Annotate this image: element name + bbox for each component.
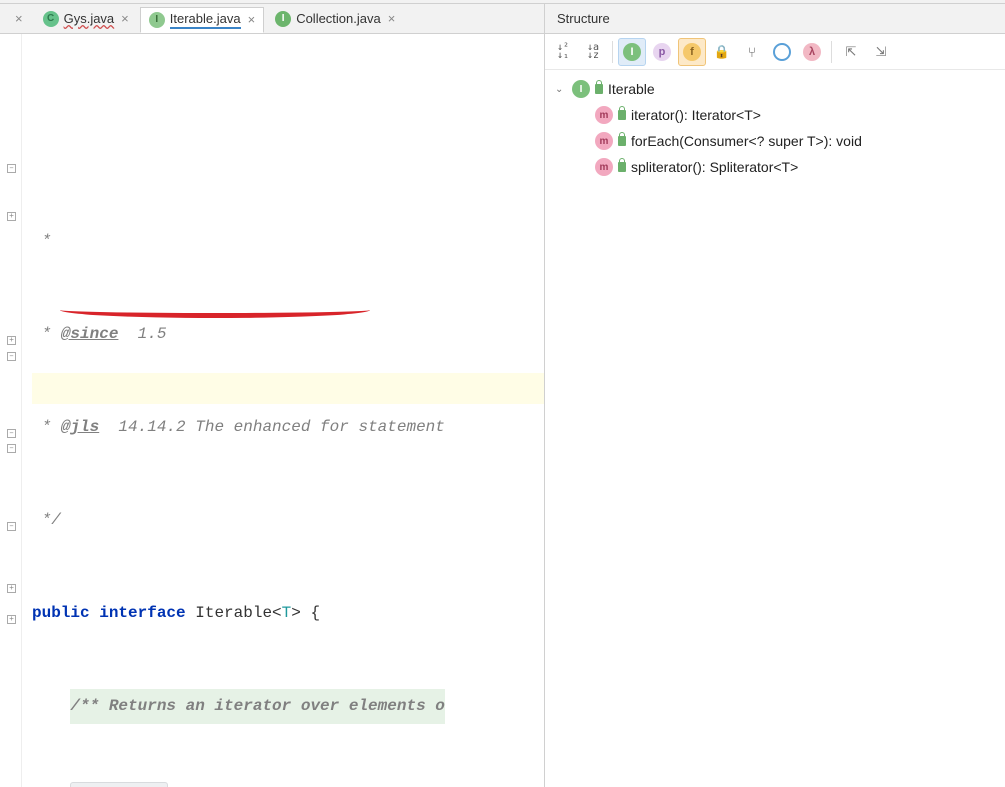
tree-node-foreach[interactable]: forEach(Consumer<? super T>): void xyxy=(551,128,1005,154)
code-content[interactable]: * * @since 1.5 * @jls 14.14.2 The enhanc… xyxy=(22,34,544,787)
method-icon xyxy=(595,132,613,150)
show-fields-button[interactable]: f xyxy=(678,38,706,66)
tab-label: Collection.java xyxy=(296,11,381,26)
annotation-inlay: @NotNull() xyxy=(70,782,168,787)
lock-icon xyxy=(618,110,626,120)
structure-title: Structure xyxy=(545,4,1005,34)
show-interfaces-button[interactable]: I xyxy=(618,38,646,66)
fold-icon[interactable]: + xyxy=(7,615,16,624)
tab-collection[interactable]: Collection.java × xyxy=(266,6,404,32)
method-icon xyxy=(595,158,613,176)
interface-icon xyxy=(572,80,590,98)
method-icon xyxy=(595,106,613,124)
tree-node-iterable[interactable]: ⌄ Iterable xyxy=(551,76,1005,102)
close-icon[interactable]: × xyxy=(13,11,25,26)
tab-gys[interactable]: Gys.java × xyxy=(34,6,138,32)
close-icon[interactable]: × xyxy=(246,12,258,27)
lock-icon xyxy=(595,84,603,94)
sort-alphabetically-button[interactable]: ↓a↓z xyxy=(579,38,607,66)
expand-all-button[interactable]: ⇱ xyxy=(837,38,865,66)
structure-panel: Structure ↓²↓₁ ↓a↓z I p f 🔒 ⑂ xyxy=(545,4,1005,787)
structure-tree: ⌄ Iterable iterator(): Iterator<T> forEa… xyxy=(545,70,1005,180)
tab-label: Iterable.java xyxy=(170,11,241,29)
highlighted-line xyxy=(32,373,544,404)
editor-tabs: × Gys.java × Iterable.java × Collection.… xyxy=(0,4,544,34)
fold-icon[interactable]: – xyxy=(7,164,16,173)
tab-blank-close[interactable]: × xyxy=(4,6,32,32)
show-anonymous-button[interactable] xyxy=(768,38,796,66)
editor-pane: × Gys.java × Iterable.java × Collection.… xyxy=(0,4,545,787)
interface-file-icon xyxy=(275,11,291,27)
close-icon[interactable]: × xyxy=(386,11,398,26)
tree-node-iterator[interactable]: iterator(): Iterator<T> xyxy=(551,102,1005,128)
class-file-icon xyxy=(43,11,59,27)
gutter: – + + – – – – + + xyxy=(0,34,22,787)
sort-by-visibility-button[interactable]: ↓²↓₁ xyxy=(549,38,577,66)
tab-iterable[interactable]: Iterable.java × xyxy=(140,7,264,33)
fold-icon[interactable]: + xyxy=(7,336,16,345)
show-properties-button[interactable]: p xyxy=(648,38,676,66)
fold-icon[interactable]: + xyxy=(7,584,16,593)
fold-icon[interactable]: – xyxy=(7,352,16,361)
collapse-all-button[interactable]: ⇲ xyxy=(867,38,895,66)
fold-icon[interactable]: – xyxy=(7,522,16,531)
structure-toolbar: ↓²↓₁ ↓a↓z I p f 🔒 ⑂ xyxy=(545,34,1005,70)
lock-icon xyxy=(618,136,626,146)
red-annotation-stroke xyxy=(60,310,370,318)
interface-file-icon xyxy=(149,12,165,28)
fold-icon[interactable]: – xyxy=(7,444,16,453)
tree-node-spliterator[interactable]: spliterator(): Spliterator<T> xyxy=(551,154,1005,180)
show-non-public-button[interactable]: 🔒 xyxy=(708,38,736,66)
close-icon[interactable]: × xyxy=(119,11,131,26)
show-lambda-button[interactable]: λ xyxy=(798,38,826,66)
code-editor[interactable]: – + + – – – – + + * * @since 1.5 * @jls … xyxy=(0,34,544,787)
chevron-down-icon[interactable]: ⌄ xyxy=(555,84,567,95)
fold-icon[interactable]: – xyxy=(7,429,16,438)
tab-label: Gys.java xyxy=(64,11,115,26)
fold-icon[interactable]: + xyxy=(7,212,16,221)
show-inherited-button[interactable]: ⑂ xyxy=(738,38,766,66)
lock-icon xyxy=(618,162,626,172)
